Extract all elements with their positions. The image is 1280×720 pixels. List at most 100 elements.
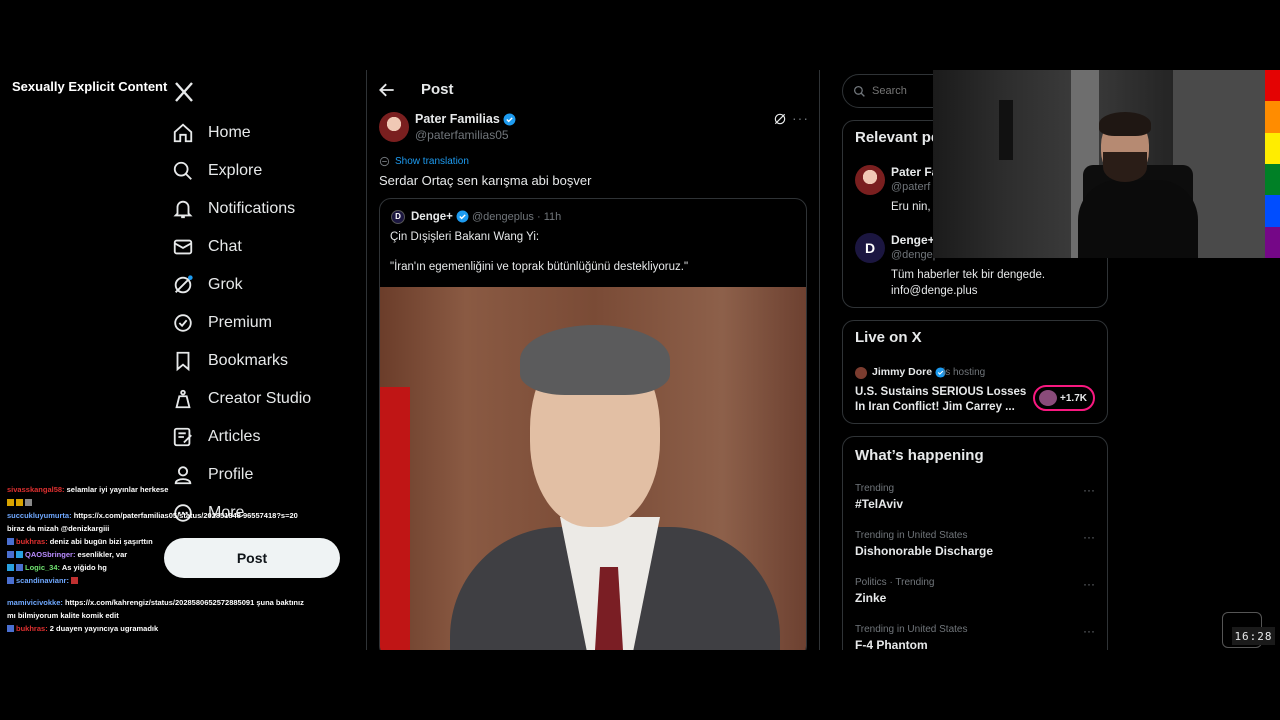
rainbow-strip — [1265, 70, 1280, 258]
nav-label: Creator Studio — [208, 390, 312, 407]
chat-text: selamlar iyi yayınlar herkese — [66, 485, 169, 494]
live-stream-title[interactable]: U.S. Sustains SERIOUS Losses In Iran Con… — [855, 385, 1030, 415]
bell-icon — [173, 200, 193, 219]
quote-author-name: Denge+ — [411, 210, 453, 223]
quote-avatar-glyph: D — [395, 212, 401, 221]
chat-user: bukhras — [16, 537, 46, 546]
chat-badges — [7, 496, 307, 509]
nav-item-home[interactable]: Home — [172, 114, 251, 152]
nav-label: Chat — [208, 238, 242, 255]
chat-text: deniz abi bugün bizi şaşırttın — [49, 537, 153, 546]
quoted-post[interactable]: D Denge+ @dengeplus · 11h Çin Dışişleri … — [379, 198, 807, 650]
card-title: What’s happening — [855, 447, 984, 464]
nav-item-bookmarks[interactable]: Bookmarks — [172, 342, 288, 380]
trend-item[interactable]: Trending in United States Dishonorable D… — [855, 530, 1095, 558]
more-options-icon[interactable]: ··· — [1083, 577, 1095, 591]
nav-item-creator-studio[interactable]: Creator Studio — [172, 380, 311, 418]
chat-message: mamivicivokke: https://x.com/kahrengiz/s… — [7, 598, 304, 620]
person-handle: @paterf — [891, 181, 931, 193]
trend-context: Politics · Trending — [855, 577, 935, 588]
articles-icon — [173, 427, 192, 447]
nav-item-chat[interactable]: Chat — [172, 228, 242, 266]
live-host-row: Jimmy Dore — [872, 366, 946, 378]
search-icon — [173, 161, 192, 180]
chat-text: esenlikler, var — [77, 550, 128, 559]
chat-user: scandinavianr — [16, 576, 67, 585]
chat-user: mamivicivokke — [7, 598, 61, 607]
live-listener-badge[interactable]: +1.7K — [1033, 385, 1095, 411]
trend-item[interactable]: Politics · Trending Zinke ··· — [855, 577, 1095, 605]
trend-context: Trending in United States — [855, 624, 968, 635]
chat-user: QAOSbringer — [25, 550, 73, 559]
nav-label: Explore — [208, 162, 263, 179]
person-name[interactable]: Denge+ — [891, 233, 935, 247]
more-options-icon[interactable]: ··· — [1083, 530, 1095, 544]
trend-item[interactable]: Trending in United States F-4 Phantom ··… — [855, 624, 1095, 650]
nav-item-explore[interactable]: Explore — [172, 152, 262, 190]
grok-icon[interactable] — [773, 112, 787, 126]
more-options-icon[interactable]: ··· — [1083, 624, 1095, 638]
verified-badge-icon — [503, 113, 516, 125]
nav-item-articles[interactable]: Articles — [172, 418, 260, 456]
trend-title: Dishonorable Discharge — [855, 544, 994, 558]
stream-clock: 16:28 — [1232, 627, 1275, 645]
avatar[interactable] — [855, 165, 885, 195]
trend-context: Trending — [855, 483, 895, 494]
quote-avatar: D — [391, 210, 405, 224]
chat-user: Logic_34 — [25, 563, 58, 572]
photo-flag — [380, 387, 410, 650]
nav-label: Articles — [208, 428, 261, 445]
chat-user: sivasskangal58 — [7, 485, 63, 494]
trend-title: #TelAviv — [855, 497, 904, 511]
back-arrow-icon[interactable] — [377, 80, 397, 100]
quote-text-line: Çin Dışişleri Bakanı Wang Yi: — [390, 231, 540, 243]
x-logo-icon[interactable] — [172, 80, 196, 104]
more-options-icon[interactable]: ··· — [1083, 483, 1095, 497]
live-card[interactable]: Live on X Jimmy Dore is hosting U.S. Sus… — [842, 320, 1108, 424]
chat-message: scandinavianr: — [7, 574, 307, 587]
translate-icon — [379, 156, 390, 167]
webcam-overlay — [933, 70, 1265, 258]
cam-mic — [999, 100, 1013, 160]
chat-message: QAOSbringer: esenlikler, var — [7, 548, 307, 561]
nav-item-notifications[interactable]: Notifications — [172, 190, 295, 228]
stream-chat: sivasskangal58: selamlar iyi yayınlar he… — [7, 483, 307, 635]
quote-author-row: Denge+ — [411, 210, 469, 223]
post-detail: Post Pater Familias @paterfamilias05 ···… — [367, 70, 819, 650]
divider — [819, 70, 820, 650]
nav-label: Notifications — [208, 200, 296, 217]
trend-item[interactable]: Trending #TelAviv ··· — [855, 483, 1095, 511]
creator-icon — [175, 389, 191, 409]
trend-title: F-4 Phantom — [855, 638, 928, 650]
author-handle[interactable]: @paterfamilias05 — [415, 128, 509, 142]
avatar — [855, 367, 867, 379]
nav-item-premium[interactable]: Premium — [172, 304, 272, 342]
listener-avatar — [1039, 390, 1057, 406]
author-avatar[interactable] — [379, 112, 409, 142]
trend-context: Trending in United States — [855, 530, 968, 541]
chat-message: succukluyumurta: https://x.com/paterfami… — [7, 511, 298, 533]
live-hosting-label: is hosting — [943, 367, 986, 378]
more-options-icon[interactable]: ··· — [792, 110, 809, 126]
quote-photo[interactable] — [380, 287, 806, 650]
cam-beard — [1103, 152, 1147, 182]
person-name[interactable]: Pater Fa — [891, 165, 938, 179]
mail-icon — [173, 239, 193, 255]
search-icon — [853, 85, 865, 97]
show-translation-link[interactable]: Show translation — [379, 156, 469, 167]
chat-message: bukhras: deniz abi bugün bizi şaşırttın — [7, 535, 307, 548]
show-translation-label: Show translation — [395, 156, 469, 167]
verified-badge-icon — [456, 210, 469, 223]
author-name-row[interactable]: Pater Familias — [415, 112, 516, 126]
whats-happening-card: What’s happening Trending #TelAviv ··· T… — [842, 436, 1108, 650]
explicit-content-label: Sexually Explicit Content — [6, 76, 174, 97]
nav-item-grok[interactable]: Grok — [172, 266, 243, 304]
home-icon — [173, 123, 193, 143]
grok-icon — [174, 275, 193, 294]
cam-body — [1078, 180, 1198, 258]
cam-hair — [1099, 112, 1151, 136]
nav-label: Premium — [208, 314, 273, 331]
avatar[interactable]: D — [855, 233, 885, 263]
trend-title: Zinke — [855, 591, 887, 605]
nav-label: Profile — [208, 466, 254, 483]
